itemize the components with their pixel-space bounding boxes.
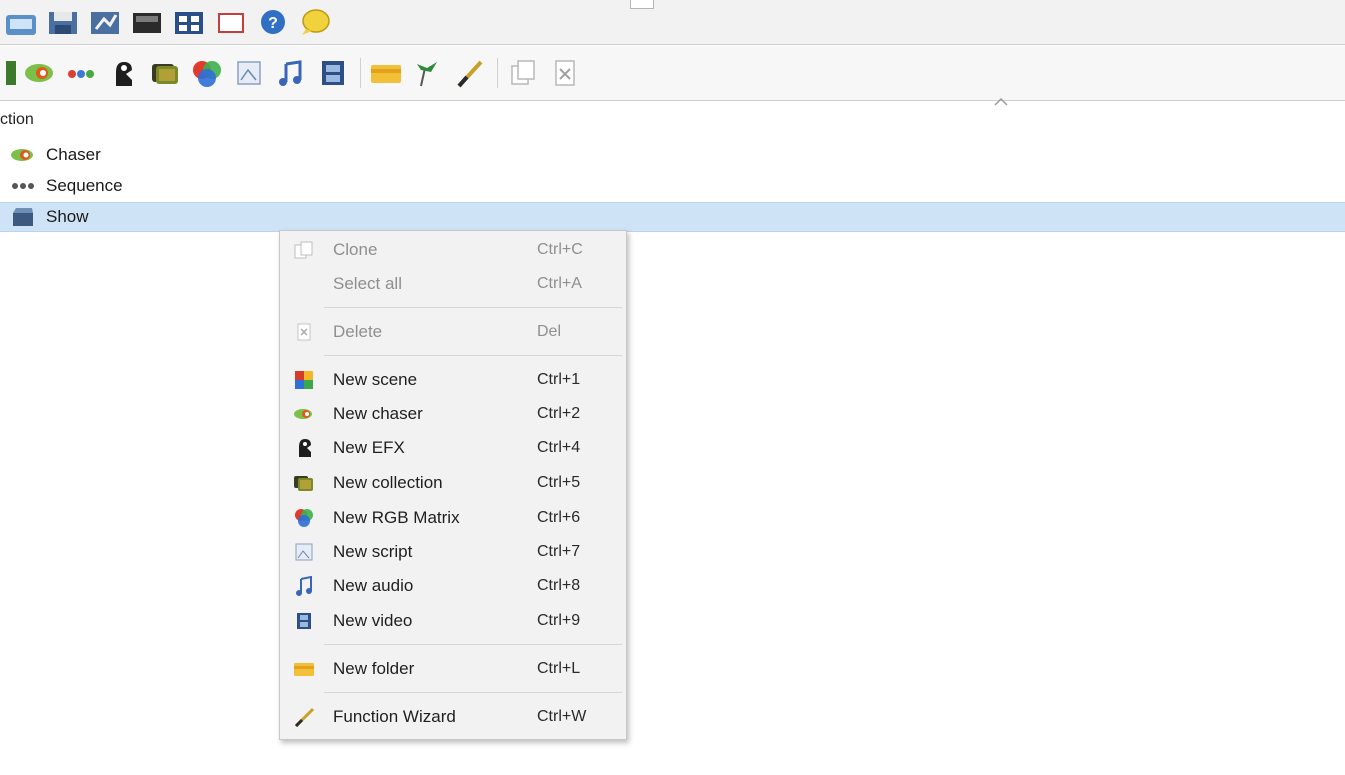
new-audio-icon[interactable] [274, 56, 308, 90]
menu-item-label: New scene [333, 370, 418, 389]
tree-column-header-label: ction [0, 111, 34, 128]
open-workspace-icon[interactable] [46, 5, 80, 39]
chaser-icon [10, 145, 36, 165]
tree-item-label: Chaser [46, 145, 101, 164]
new-folder-icon [292, 658, 316, 680]
tree-item-sequence[interactable]: Sequence [0, 171, 1345, 201]
function-wizard-icon [292, 706, 316, 728]
main-toolbar: ? [0, 0, 1345, 45]
menu-separator [324, 307, 622, 308]
toolbar-separator [360, 58, 361, 88]
menu-item-label: Select all [333, 274, 402, 293]
menu-item-clone[interactable]: Clone Ctrl+C [280, 233, 626, 267]
function-tree[interactable]: ction Chaser Sequence Show [0, 97, 1345, 775]
new-folder-icon[interactable] [369, 56, 403, 90]
menu-separator [324, 355, 622, 356]
function-toolbar [0, 46, 1345, 101]
menu-item-new-video[interactable]: New video Ctrl+9 [280, 604, 626, 638]
new-scene-icon [292, 369, 316, 391]
menu-item-label: New video [333, 611, 413, 630]
tree-item-label: Show [46, 207, 89, 226]
save-workspace-icon[interactable] [88, 5, 122, 39]
menu-item-shortcut: Ctrl+L [537, 660, 581, 677]
new-chaser-icon [292, 403, 316, 425]
clone-icon[interactable] [506, 56, 540, 90]
speech-bubble-icon[interactable] [298, 5, 332, 39]
menu-item-label: New collection [333, 473, 443, 492]
menu-item-shortcut: Ctrl+2 [537, 405, 581, 422]
new-chaser-icon[interactable] [22, 56, 56, 90]
menu-item-shortcut: Del [537, 323, 562, 340]
splitter-handle[interactable] [630, 0, 654, 9]
menu-item-label: Function Wizard [333, 707, 456, 726]
toolbar-separator [497, 58, 498, 88]
tree-item-chaser[interactable]: Chaser [0, 140, 1345, 170]
menu-item-new-efx[interactable]: New EFX Ctrl+4 [280, 431, 626, 465]
sort-arrow-icon[interactable] [994, 96, 1008, 106]
menu-item-shortcut: Ctrl+W [537, 708, 587, 725]
svg-text:?: ? [268, 15, 278, 32]
menu-item-label: Delete [333, 322, 383, 341]
menu-item-select-all[interactable]: Select all Ctrl+A [280, 267, 626, 301]
menu-item-shortcut: Ctrl+6 [537, 509, 581, 526]
menu-item-shortcut: Ctrl+7 [537, 543, 581, 560]
menu-item-new-scene[interactable]: New scene Ctrl+1 [280, 363, 626, 397]
menu-item-label: New chaser [333, 404, 423, 423]
menu-item-new-script[interactable]: New script Ctrl+7 [280, 535, 626, 569]
context-menu: Clone Ctrl+C Select all Ctrl+A Delete De… [279, 230, 627, 740]
menu-item-new-folder[interactable]: New folder Ctrl+L [280, 652, 626, 686]
new-collection-icon[interactable] [148, 56, 182, 90]
dmx-monitor-icon[interactable] [130, 5, 164, 39]
function-wizard-icon[interactable] [453, 56, 487, 90]
new-collection-icon [292, 472, 316, 494]
menu-item-new-chaser[interactable]: New chaser Ctrl+2 [280, 397, 626, 431]
menu-item-label: New audio [333, 576, 414, 595]
menu-item-function-wizard[interactable]: Function Wizard Ctrl+W [280, 700, 626, 734]
delete-icon[interactable] [548, 56, 582, 90]
delete-icon [292, 321, 316, 343]
menu-item-label: New script [333, 542, 413, 561]
menu-item-shortcut: Ctrl+5 [537, 474, 581, 491]
new-efx-icon [292, 437, 316, 459]
menu-item-shortcut: Ctrl+9 [537, 612, 581, 629]
new-efx-icon[interactable] [106, 56, 140, 90]
tree-item-label: Sequence [46, 176, 123, 195]
new-script-icon[interactable] [232, 56, 266, 90]
menu-item-label: Clone [333, 240, 378, 259]
new-audio-icon [292, 575, 316, 597]
menu-item-label: New folder [333, 659, 415, 678]
menu-item-label: New RGB Matrix [333, 508, 460, 527]
new-sequence-icon[interactable] [64, 56, 98, 90]
new-video-icon [292, 610, 316, 632]
menu-item-new-collection[interactable]: New collection Ctrl+5 [280, 466, 626, 500]
menu-item-label: New EFX [333, 438, 405, 457]
menu-item-shortcut: Ctrl+4 [537, 439, 581, 456]
menu-item-shortcut: Ctrl+C [537, 241, 583, 258]
tree-item-show[interactable]: Show [0, 202, 1345, 232]
clone-icon [292, 239, 316, 261]
menu-item-new-rgb-matrix[interactable]: New RGB Matrix Ctrl+6 [280, 501, 626, 535]
menu-separator [324, 692, 622, 693]
fullscreen-icon[interactable] [214, 5, 248, 39]
menu-item-shortcut: Ctrl+1 [537, 371, 581, 388]
new-video-icon[interactable] [316, 56, 350, 90]
new-script-icon [292, 541, 316, 563]
menu-item-delete[interactable]: Delete Del [280, 315, 626, 349]
new-scene-icon[interactable] [6, 56, 18, 90]
grid-view-icon[interactable] [172, 5, 206, 39]
sequence-icon [10, 176, 36, 196]
menu-item-shortcut: Ctrl+A [537, 275, 582, 292]
new-rgb-matrix-icon[interactable] [190, 56, 224, 90]
function-wizard-flag-icon[interactable] [411, 56, 445, 90]
menu-item-new-audio[interactable]: New audio Ctrl+8 [280, 569, 626, 603]
menu-item-shortcut: Ctrl+8 [537, 577, 581, 594]
show-icon [10, 207, 36, 227]
help-icon[interactable]: ? [256, 5, 290, 39]
new-rgb-matrix-icon [292, 507, 316, 529]
new-workspace-icon[interactable] [4, 5, 38, 39]
menu-separator [324, 644, 622, 645]
